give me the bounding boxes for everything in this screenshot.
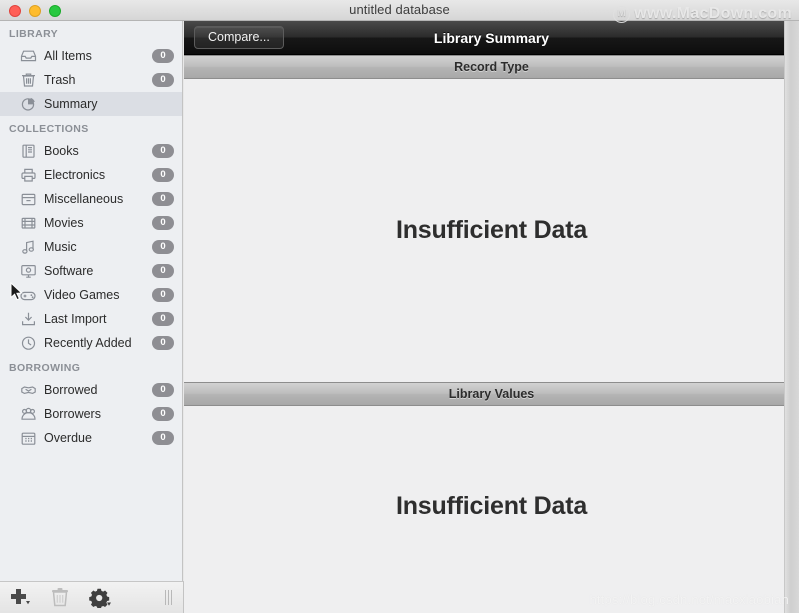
- sidebar-item-borrowers[interactable]: Borrowers 0: [0, 402, 182, 426]
- book-icon: [19, 143, 38, 160]
- sidebar-item-badge: 0: [152, 431, 174, 445]
- inbox-icon: [19, 48, 38, 65]
- printer-icon: [19, 167, 38, 184]
- sidebar-item-trash[interactable]: Trash 0: [0, 68, 182, 92]
- summary-content: Record Type Insufficient Data Library Va…: [184, 55, 799, 613]
- section-header-record-type: Record Type: [184, 55, 799, 79]
- sidebar-item-all-items[interactable]: All Items 0: [0, 44, 182, 68]
- film-icon: [19, 215, 38, 232]
- sidebar-item-label: Video Games: [44, 288, 120, 302]
- record-type-empty-message: Insufficient Data: [395, 216, 588, 244]
- sidebar-item-recently-added[interactable]: Recently Added 0: [0, 331, 182, 355]
- title-bar: untitled database: [0, 0, 799, 21]
- compare-button[interactable]: Compare...: [194, 26, 284, 49]
- sidebar-item-label: Trash: [44, 73, 76, 87]
- sidebar-item-badge: 0: [152, 312, 174, 326]
- sidebar-item-music[interactable]: Music 0: [0, 235, 182, 259]
- sidebar-item-label: Borrowers: [44, 407, 101, 421]
- sidebar-item-label: Books: [44, 144, 79, 158]
- calendar-icon: [19, 430, 38, 447]
- record-type-panel: Insufficient Data: [184, 79, 799, 382]
- window-title: untitled database: [349, 2, 450, 17]
- window-right-edge: [784, 21, 799, 613]
- sidebar-item-last-import[interactable]: Last Import 0: [0, 307, 182, 331]
- sidebar-item-badge: 0: [152, 288, 174, 302]
- gamepad-icon: [19, 287, 38, 304]
- sidebar-section-header: COLLECTIONS: [9, 123, 89, 135]
- box-icon: [19, 191, 38, 208]
- sidebar-item-badge: 0: [152, 73, 174, 87]
- action-button[interactable]: [80, 583, 120, 613]
- sidebar-item-label: Overdue: [44, 431, 92, 445]
- sidebar-item-books[interactable]: Books 0: [0, 139, 182, 163]
- delete-button[interactable]: [40, 583, 80, 613]
- sidebar-item-badge: 0: [152, 216, 174, 230]
- sidebar-item-borrowed[interactable]: Borrowed 0: [0, 378, 182, 402]
- people-icon: [19, 406, 38, 423]
- sidebar-item-overdue[interactable]: Overdue 0: [0, 426, 182, 450]
- sidebar-item-electronics[interactable]: Electronics 0: [0, 163, 182, 187]
- sidebar-item-label: Music: [44, 240, 77, 254]
- sidebar-item-software[interactable]: Software 0: [0, 259, 182, 283]
- music-note-icon: [19, 239, 38, 256]
- sidebar-item-video-games[interactable]: Video Games 0: [0, 283, 182, 307]
- sidebar-item-summary[interactable]: Summary: [0, 92, 182, 116]
- resize-grip[interactable]: [165, 590, 177, 605]
- sidebar-bottom-toolbar: [0, 581, 184, 613]
- clock-icon: [19, 335, 38, 352]
- sidebar-item-badge: 0: [152, 168, 174, 182]
- main-toolbar: Library Summary Compare...: [184, 21, 799, 55]
- sidebar-item-label: Summary: [44, 97, 98, 111]
- sidebar-item-label: Electronics: [44, 168, 106, 182]
- sidebar-item-label: Software: [44, 264, 94, 278]
- sidebar-item-badge: 0: [152, 336, 174, 350]
- sidebar-item-label: Miscellaneous: [44, 192, 124, 206]
- sidebar-item-label: Borrowed: [44, 383, 98, 397]
- sidebar-item-badge: 0: [152, 264, 174, 278]
- library-values-empty-message: Insufficient Data: [395, 491, 588, 520]
- sidebar-section-header: LIBRARY: [9, 28, 59, 40]
- download-icon: [19, 311, 38, 328]
- monitor-icon: [19, 263, 38, 280]
- sidebar-item-label: All Items: [44, 49, 92, 63]
- sidebar-item-badge: 0: [152, 144, 174, 158]
- sidebar-item-label: Recently Added: [44, 336, 132, 350]
- sidebar-item-badge: 0: [152, 240, 174, 254]
- sidebar[interactable]: LIBRARY All Items 0 Trash 0 Summary COLLECTION…: [0, 21, 183, 581]
- handshake-icon: [19, 382, 38, 399]
- sidebar-item-badge: 0: [152, 49, 174, 63]
- sidebar-item-badge: 0: [152, 407, 174, 421]
- sidebar-item-badge: 0: [152, 383, 174, 397]
- sidebar-item-label: Movies: [44, 216, 84, 230]
- section-header-library-values: Library Values: [184, 382, 799, 406]
- sidebar-item-badge: 0: [152, 192, 174, 206]
- pie-chart-icon: [19, 96, 38, 113]
- sidebar-item-movies[interactable]: Movies 0: [0, 211, 182, 235]
- library-values-panel: Insufficient Data: [184, 406, 799, 606]
- add-button[interactable]: [0, 583, 40, 613]
- sidebar-item-label: Last Import: [44, 312, 107, 326]
- trash-icon: [19, 72, 38, 89]
- app-window: untitled database LIBRARY All Items 0 Trash…: [0, 0, 799, 613]
- sidebar-item-miscellaneous[interactable]: Miscellaneous 0: [0, 187, 182, 211]
- sidebar-section-header: BORROWING: [9, 362, 81, 374]
